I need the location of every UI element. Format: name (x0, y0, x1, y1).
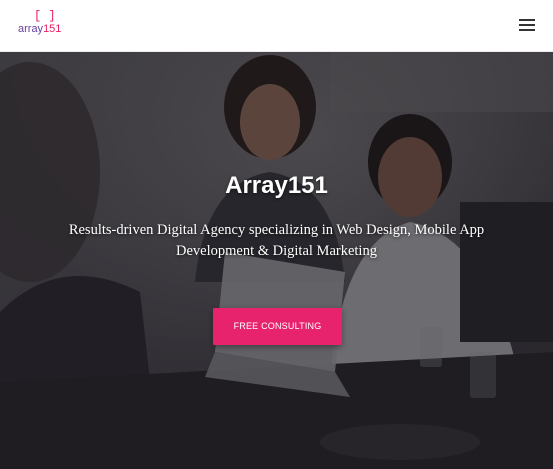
logo-number: 151 (43, 23, 62, 35)
hamburger-menu-icon[interactable] (519, 17, 537, 33)
hero-title: Array151 (225, 172, 328, 199)
hero-section: Array151 Results-driven Digital Agency s… (0, 52, 553, 469)
free-consulting-button[interactable]: FREE CONSULTING (213, 308, 342, 345)
logo[interactable]: [ ] array151 (18, 10, 68, 40)
logo-wordmark: array151 (18, 23, 61, 35)
site-header: [ ] array151 (0, 0, 553, 52)
menu-line (519, 29, 535, 31)
menu-line (519, 19, 535, 21)
logo-word: array (18, 23, 44, 35)
logo-brackets: [ ] (34, 9, 56, 23)
menu-line (519, 24, 535, 26)
hero-subtitle: Results-driven Digital Agency specializi… (68, 222, 485, 259)
